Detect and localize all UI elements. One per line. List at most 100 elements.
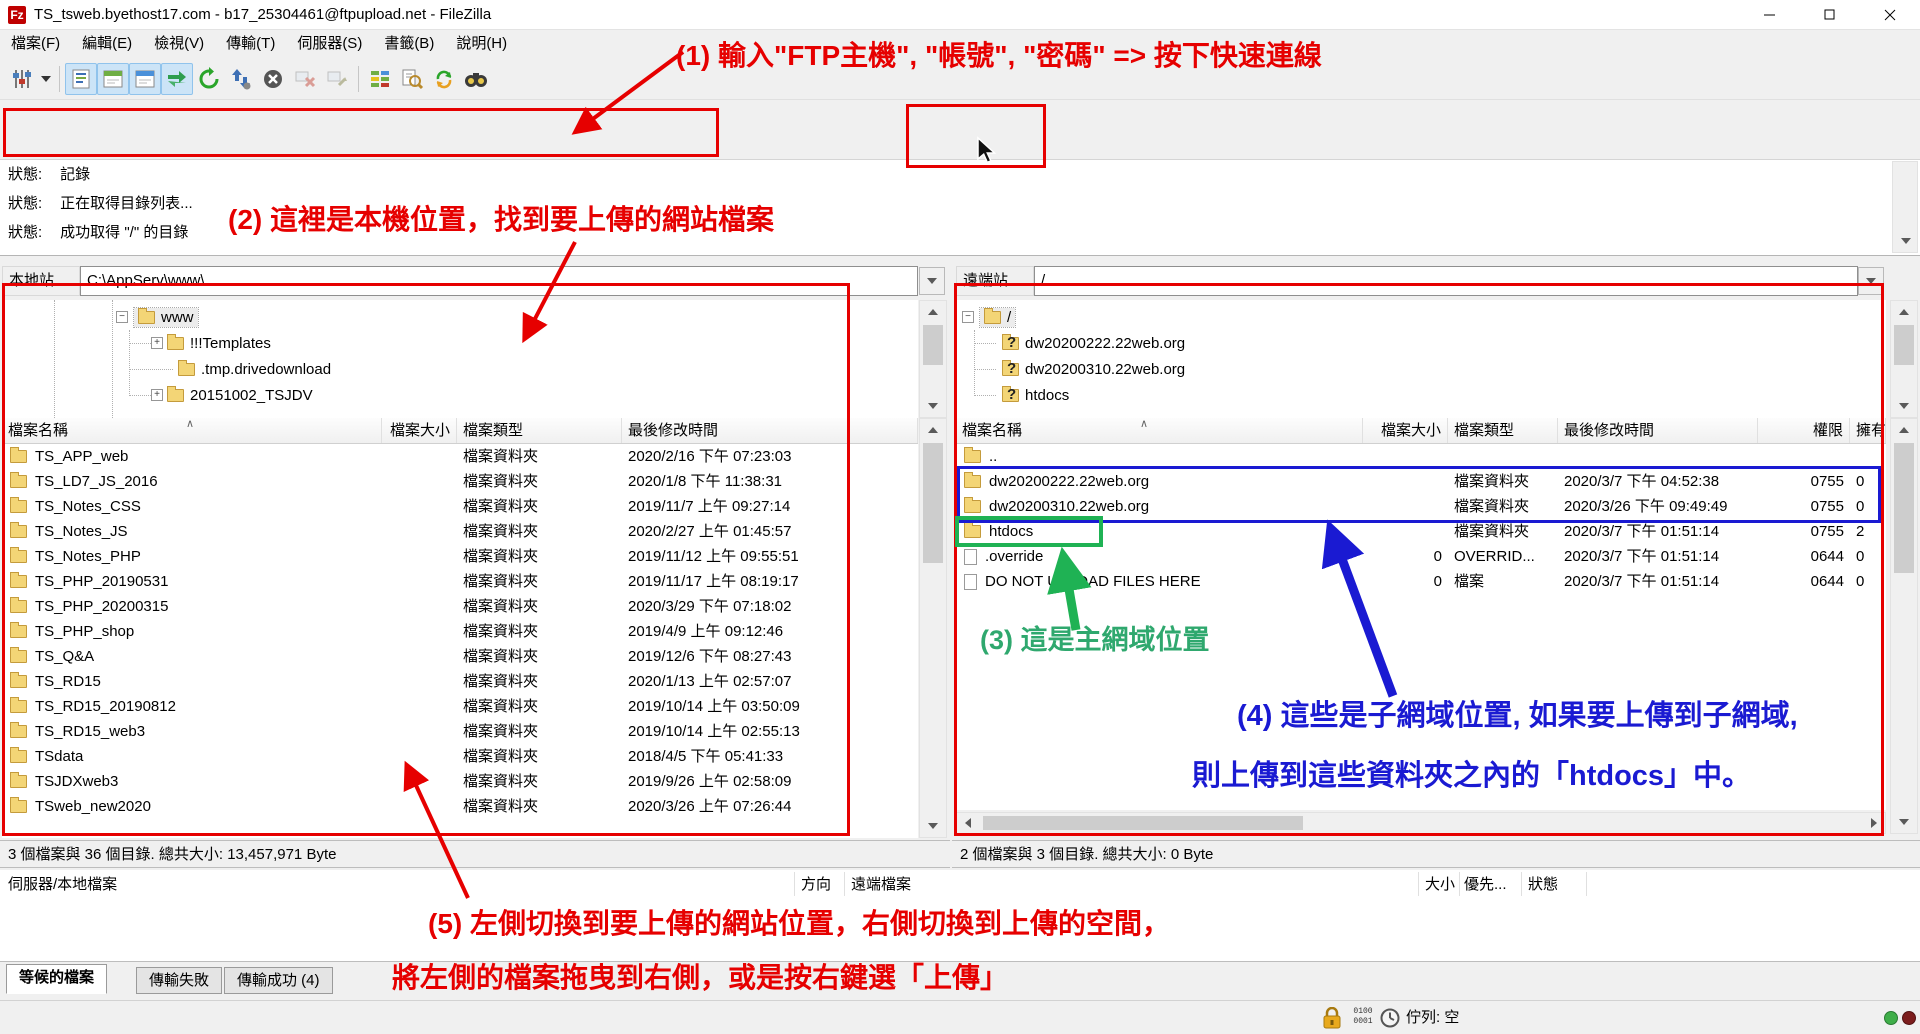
menu-bookmarks[interactable]: 書籤(B)	[373, 32, 445, 56]
process-queue-icon[interactable]	[225, 63, 257, 95]
table-row[interactable]: .override0OVERRID...2020/3/7 下午 01:51:14…	[956, 544, 1886, 569]
maximize-icon	[1824, 9, 1836, 21]
table-row[interactable]: TSdata檔案資料夾2018/4/5 下午 05:41:33	[2, 744, 918, 769]
unknown-folder-icon	[1002, 337, 1019, 350]
queue-header-priority[interactable]: 優先...	[1464, 873, 1507, 897]
remote-path-dropdown[interactable]	[1858, 267, 1884, 295]
menu-server[interactable]: 伺服器(S)	[286, 32, 373, 56]
expand-icon[interactable]: +	[151, 389, 163, 401]
directory-comparison-icon[interactable]	[364, 63, 396, 95]
remote-list-scrollbar[interactable]	[1890, 418, 1918, 834]
menu-edit[interactable]: 編輯(E)	[71, 32, 143, 56]
close-button[interactable]	[1860, 0, 1920, 30]
folder-icon	[10, 800, 27, 813]
menu-help[interactable]: 說明(H)	[445, 32, 518, 56]
column-header-size[interactable]: 檔案大小	[382, 418, 457, 443]
queue-header-direction[interactable]: 方向	[801, 873, 831, 897]
remote-horizontal-scrollbar[interactable]	[956, 812, 1886, 834]
synchronized-browsing-icon[interactable]	[428, 63, 460, 95]
tab-queued-files[interactable]: 等候的檔案	[6, 964, 107, 994]
table-row[interactable]: TS_APP_web檔案資料夾2020/2/16 下午 07:23:03	[2, 444, 918, 469]
table-row-htdocs[interactable]: htdocs檔案資料夾2020/3/7 下午 01:51:1407552	[956, 519, 1886, 544]
cancel-operation-icon[interactable]	[257, 63, 289, 95]
column-header-type[interactable]: 檔案類型	[457, 418, 622, 443]
led-green-indicator	[1884, 1011, 1898, 1025]
table-row[interactable]: DO NOT UPLOAD FILES HERE0檔案2020/3/7 下午 0…	[956, 569, 1886, 594]
queue-header-server-local[interactable]: 伺服器/本地檔案	[8, 873, 117, 897]
reconnect-icon[interactable]	[321, 63, 353, 95]
find-files-icon[interactable]	[460, 63, 492, 95]
maximize-button[interactable]	[1800, 0, 1860, 30]
table-row[interactable]: TS_PHP_shop檔案資料夾2019/4/9 上午 09:12:46	[2, 619, 918, 644]
site-manager-icon[interactable]	[6, 63, 38, 95]
folder-icon	[10, 500, 27, 513]
local-path-combo[interactable]: C:\AppServ\www\	[80, 266, 918, 296]
table-row[interactable]: dw20200222.22web.org檔案資料夾2020/3/7 下午 04:…	[956, 469, 1886, 494]
folder-icon	[964, 500, 981, 513]
remote-list-header: 檔案名稱 檔案大小 檔案類型 最後修改時間 權限 擁有...	[956, 418, 1886, 444]
table-row[interactable]: TS_LD7_JS_2016檔案資料夾2020/1/8 下午 11:38:31	[2, 469, 918, 494]
log-scrollbar[interactable]	[1892, 161, 1918, 253]
tab-successful-transfers[interactable]: 傳輸成功 (4)	[224, 967, 333, 994]
folder-icon	[10, 625, 27, 638]
table-row[interactable]: TS_Notes_CSS檔案資料夾2019/11/7 上午 09:27:14	[2, 494, 918, 519]
table-row[interactable]: TSweb_new2020檔案資料夾2020/3/26 上午 07:26:44	[2, 794, 918, 819]
tree-item-htdocs[interactable]: htdocs	[998, 382, 1073, 408]
menu-view[interactable]: 檢視(V)	[143, 32, 215, 56]
tree-item-20151002[interactable]: + 20151002_TSJDV	[151, 382, 317, 408]
tree-item-templates[interactable]: + !!!Templates	[151, 330, 275, 356]
queue-header-status[interactable]: 狀態	[1528, 873, 1558, 897]
local-dir-summary: 3 個檔案與 36 個目錄. 總共大小: 13,457,971 Byte	[0, 840, 950, 868]
table-row[interactable]: TSJDXweb3檔案資料夾2019/9/26 上午 02:58:09	[2, 769, 918, 794]
minimize-button[interactable]	[1740, 0, 1800, 30]
table-row-parent-dir[interactable]: ..	[956, 444, 1886, 469]
remote-tree-scrollbar[interactable]	[1890, 300, 1918, 418]
column-header-type[interactable]: 檔案類型	[1448, 418, 1558, 443]
tree-item-www[interactable]: − www	[116, 304, 198, 330]
sort-ascending-icon: ∧	[1140, 417, 1148, 430]
filename-filters-icon[interactable]	[396, 63, 428, 95]
refresh-icon[interactable]	[193, 63, 225, 95]
column-header-owner[interactable]: 擁有...	[1850, 418, 1886, 443]
tab-failed-transfers[interactable]: 傳輸失敗	[136, 967, 222, 994]
queue-header-size[interactable]: 大小	[1425, 873, 1455, 897]
collapse-icon[interactable]: −	[116, 311, 128, 323]
quickconnect-bar: 主機(H): 使用者名稱(U): 密碼(W): 連接埠(P): 快速連線(Q)	[0, 100, 1920, 160]
toggle-remote-tree-icon[interactable]	[129, 63, 161, 95]
menu-file[interactable]: 檔案(F)	[0, 32, 71, 56]
column-header-modified[interactable]: 最後修改時間	[622, 418, 918, 443]
local-list-scrollbar[interactable]	[919, 418, 947, 838]
toggle-message-log-icon[interactable]	[65, 63, 97, 95]
collapse-icon[interactable]: −	[962, 311, 974, 323]
table-row[interactable]: TS_PHP_20190531檔案資料夾2019/11/17 上午 08:19:…	[2, 569, 918, 594]
column-header-permissions[interactable]: 權限	[1758, 418, 1850, 443]
column-header-name[interactable]: 檔案名稱	[956, 418, 1363, 443]
disconnect-icon[interactable]	[289, 63, 321, 95]
table-row[interactable]: dw20200310.22web.org檔案資料夾2020/3/26 下午 09…	[956, 494, 1886, 519]
table-row[interactable]: TS_PHP_20200315檔案資料夾2020/3/29 下午 07:18:0…	[2, 594, 918, 619]
tree-item-root[interactable]: − /	[962, 304, 1015, 330]
tree-item-tmp-drivedownload[interactable]: .tmp.drivedownload	[174, 356, 335, 382]
column-header-size[interactable]: 檔案大小	[1363, 418, 1448, 443]
tree-item-dw20200222[interactable]: dw20200222.22web.org	[998, 330, 1189, 356]
table-row[interactable]: TS_RD15檔案資料夾2020/1/13 上午 02:57:07	[2, 669, 918, 694]
folder-icon	[10, 575, 27, 588]
expand-icon[interactable]: +	[151, 337, 163, 349]
table-row[interactable]: TS_Q&A檔案資料夾2019/12/6 下午 08:27:43	[2, 644, 918, 669]
table-row[interactable]: TS_RD15_web3檔案資料夾2019/10/14 上午 02:55:13	[2, 719, 918, 744]
queue-header-remote-file[interactable]: 遠端檔案	[851, 873, 911, 897]
toggle-transfer-queue-icon[interactable]	[161, 63, 193, 95]
site-manager-dropdown-icon[interactable]	[38, 63, 54, 95]
toggle-local-tree-icon[interactable]	[97, 63, 129, 95]
local-list-header: 檔案名稱 檔案大小 檔案類型 最後修改時間	[2, 418, 918, 444]
table-row[interactable]: TS_RD15_20190812檔案資料夾2019/10/14 上午 03:50…	[2, 694, 918, 719]
table-row[interactable]: TS_Notes_PHP檔案資料夾2019/11/12 上午 09:55:51	[2, 544, 918, 569]
local-site-label: 本地站台:	[2, 266, 80, 296]
column-header-modified[interactable]: 最後修改時間	[1558, 418, 1758, 443]
table-row[interactable]: TS_Notes_JS檔案資料夾2020/2/27 上午 01:45:57	[2, 519, 918, 544]
tree-item-dw20200310[interactable]: dw20200310.22web.org	[998, 356, 1189, 382]
menu-transfer[interactable]: 傳輸(T)	[215, 32, 286, 56]
local-path-dropdown[interactable]	[919, 267, 945, 295]
local-tree-scrollbar[interactable]	[919, 300, 947, 418]
remote-path-combo[interactable]: /	[1034, 266, 1858, 296]
